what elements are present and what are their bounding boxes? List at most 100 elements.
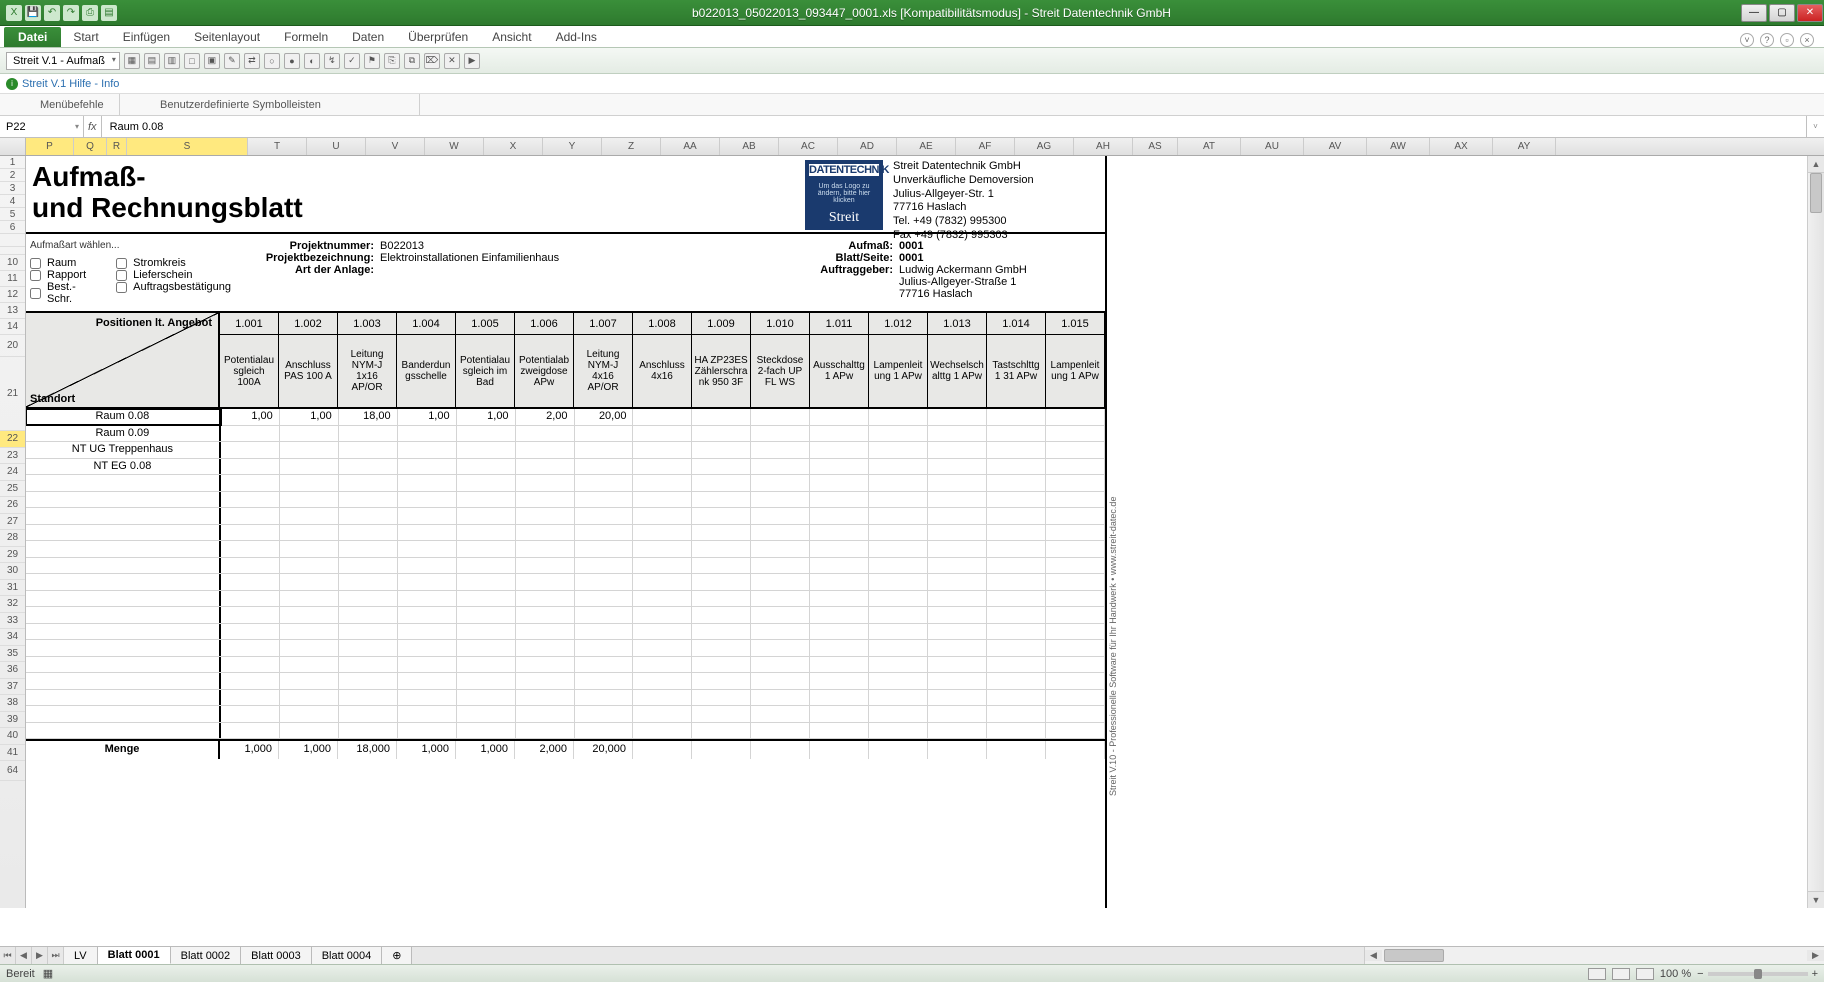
value-cell[interactable] — [751, 475, 810, 491]
empty-row[interactable] — [26, 690, 1105, 707]
toolbar-icon[interactable]: ⎘ — [384, 53, 400, 69]
value-cell[interactable] — [575, 607, 634, 623]
value-cell[interactable] — [280, 690, 339, 706]
col-header-AU[interactable]: AU — [1241, 138, 1304, 155]
save-icon[interactable]: 💾 — [25, 5, 41, 21]
tab-review[interactable]: Überprüfen — [396, 27, 480, 47]
value-cell[interactable]: 2,00 — [516, 409, 575, 425]
value-cell[interactable] — [280, 657, 339, 673]
value-cell[interactable] — [398, 475, 457, 491]
check-auftragsbest[interactable]: Auftragsbestätigung — [116, 281, 231, 293]
value-cell[interactable] — [457, 508, 516, 524]
row-header-21[interactable]: 21 — [0, 357, 25, 431]
toolbar-icon[interactable]: ◐ — [304, 53, 320, 69]
undo-icon[interactable]: ↶ — [44, 5, 60, 21]
value-cell[interactable] — [1046, 409, 1105, 425]
value-cell[interactable] — [398, 640, 457, 656]
row-header-32[interactable]: 32 — [0, 596, 25, 613]
sheet-tab[interactable]: Blatt 0003 — [241, 947, 312, 964]
value-cell[interactable] — [457, 459, 516, 475]
value-cell[interactable] — [692, 541, 751, 557]
value-cell[interactable] — [221, 706, 280, 722]
row-header-28[interactable]: 28 — [0, 530, 25, 547]
row-header-5[interactable]: 5 — [0, 208, 25, 221]
fx-icon[interactable]: fx — [88, 121, 97, 133]
empty-row[interactable] — [26, 591, 1105, 608]
value-cell[interactable] — [692, 624, 751, 640]
value-cell[interactable] — [869, 459, 928, 475]
value-cell[interactable] — [575, 541, 634, 557]
value-cell[interactable] — [339, 475, 398, 491]
value-cell[interactable] — [928, 624, 987, 640]
value-cell[interactable] — [221, 607, 280, 623]
sheet-first-icon[interactable]: ⏮ — [0, 947, 16, 964]
empty-row[interactable] — [26, 706, 1105, 723]
toolbar-icon[interactable]: ▶ — [464, 53, 480, 69]
value-cell[interactable] — [280, 459, 339, 475]
value-cell[interactable] — [221, 508, 280, 524]
row-header-1[interactable]: 1 — [0, 156, 25, 169]
value-cell[interactable] — [280, 624, 339, 640]
name-box[interactable]: P22 — [0, 116, 84, 137]
value-cell[interactable] — [810, 690, 869, 706]
col-header-AS[interactable]: AS — [1133, 138, 1178, 155]
value-cell[interactable] — [221, 723, 280, 739]
empty-row[interactable] — [26, 673, 1105, 690]
value-cell[interactable] — [928, 640, 987, 656]
sheet-tab[interactable]: Blatt 0004 — [312, 947, 383, 964]
value-cell[interactable] — [221, 426, 280, 442]
value-cell[interactable] — [928, 607, 987, 623]
row-header-3[interactable]: 3 — [0, 182, 25, 195]
value-cell[interactable] — [516, 459, 575, 475]
standort-cell[interactable] — [26, 723, 221, 739]
value-cell[interactable] — [692, 690, 751, 706]
value-cell[interactable] — [398, 574, 457, 590]
value-cell[interactable] — [1046, 624, 1105, 640]
value-cell[interactable] — [398, 558, 457, 574]
value-cell[interactable] — [869, 640, 928, 656]
value-cell[interactable] — [633, 591, 692, 607]
value-cell[interactable] — [751, 558, 810, 574]
value-cell[interactable] — [457, 475, 516, 491]
value-cell[interactable] — [869, 574, 928, 590]
tab-data[interactable]: Daten — [340, 27, 396, 47]
value-cell[interactable] — [869, 706, 928, 722]
value-cell[interactable] — [751, 459, 810, 475]
value-cell[interactable] — [633, 640, 692, 656]
value-cell[interactable] — [633, 475, 692, 491]
value-cell[interactable] — [280, 558, 339, 574]
empty-row[interactable] — [26, 723, 1105, 740]
sheet-last-icon[interactable]: ⏭ — [48, 947, 64, 964]
value-cell[interactable] — [869, 525, 928, 541]
value-cell[interactable] — [1046, 426, 1105, 442]
value-cell[interactable] — [869, 690, 928, 706]
empty-row[interactable] — [26, 574, 1105, 591]
value-cell[interactable] — [339, 723, 398, 739]
value-cell[interactable] — [869, 657, 928, 673]
col-header-AF[interactable]: AF — [956, 138, 1015, 155]
value-cell[interactable] — [280, 723, 339, 739]
row-header-40[interactable]: 40 — [0, 728, 25, 745]
value-cell[interactable] — [1046, 591, 1105, 607]
value-cell[interactable] — [810, 558, 869, 574]
value-cell[interactable] — [457, 723, 516, 739]
print-icon[interactable]: ⎙ — [82, 5, 98, 21]
value-cell[interactable] — [692, 706, 751, 722]
value-cell[interactable] — [692, 607, 751, 623]
value-cell[interactable] — [928, 475, 987, 491]
value-cell[interactable] — [457, 657, 516, 673]
row-header-35[interactable]: 35 — [0, 646, 25, 663]
col-header-Z[interactable]: Z — [602, 138, 661, 155]
value-cell[interactable] — [221, 558, 280, 574]
toolbar-icon[interactable]: ▥ — [164, 53, 180, 69]
value-cell[interactable] — [457, 525, 516, 541]
toolbar-icon[interactable]: ▦ — [124, 53, 140, 69]
value-cell[interactable] — [1046, 640, 1105, 656]
value-cell[interactable] — [280, 426, 339, 442]
value-cell[interactable] — [1046, 673, 1105, 689]
value-cell[interactable] — [928, 723, 987, 739]
value-cell[interactable] — [869, 541, 928, 557]
value-cell[interactable] — [810, 442, 869, 458]
value-cell[interactable] — [692, 657, 751, 673]
select-all-corner[interactable] — [0, 138, 26, 155]
